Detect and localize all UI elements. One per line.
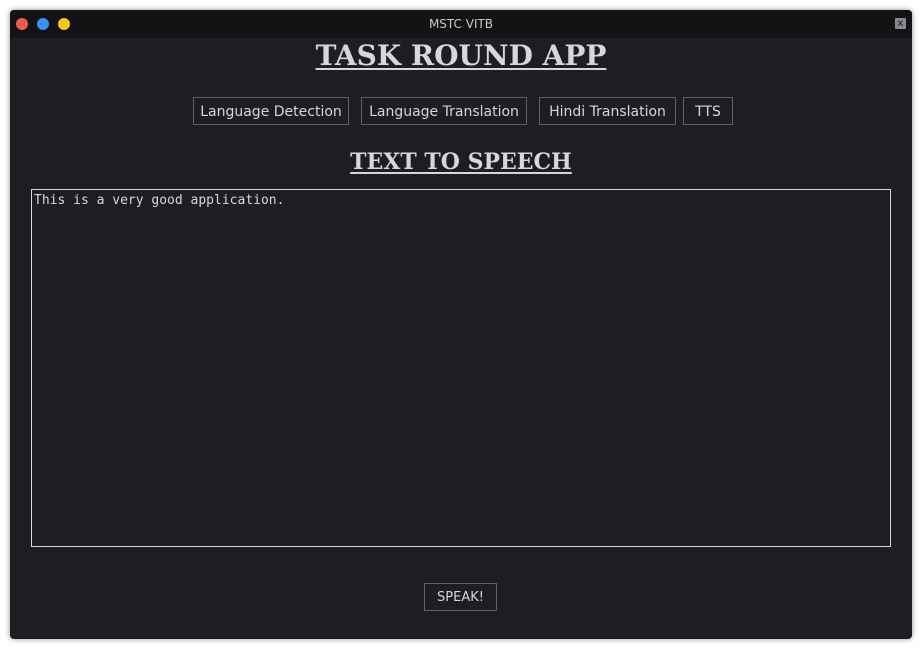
title-bar[interactable]: MSTC VITB x xyxy=(10,10,912,38)
hindi-translation-button[interactable]: Hindi Translation xyxy=(539,97,676,125)
language-detection-button[interactable]: Language Detection xyxy=(193,97,349,125)
section-title: TEXT TO SPEECH xyxy=(350,149,572,175)
text-input[interactable]: This is a very good application. xyxy=(31,189,891,547)
language-translation-button[interactable]: Language Translation xyxy=(361,97,527,125)
speak-button[interactable]: SPEAK! xyxy=(424,583,497,611)
page-title: TASK ROUND APP xyxy=(315,39,607,72)
app-window: MSTC VITB x TASK ROUND APP Language Dete… xyxy=(10,10,912,639)
close-icon[interactable]: x xyxy=(895,18,906,29)
window-title: MSTC VITB xyxy=(428,17,494,31)
tts-button[interactable]: TTS xyxy=(683,97,733,125)
